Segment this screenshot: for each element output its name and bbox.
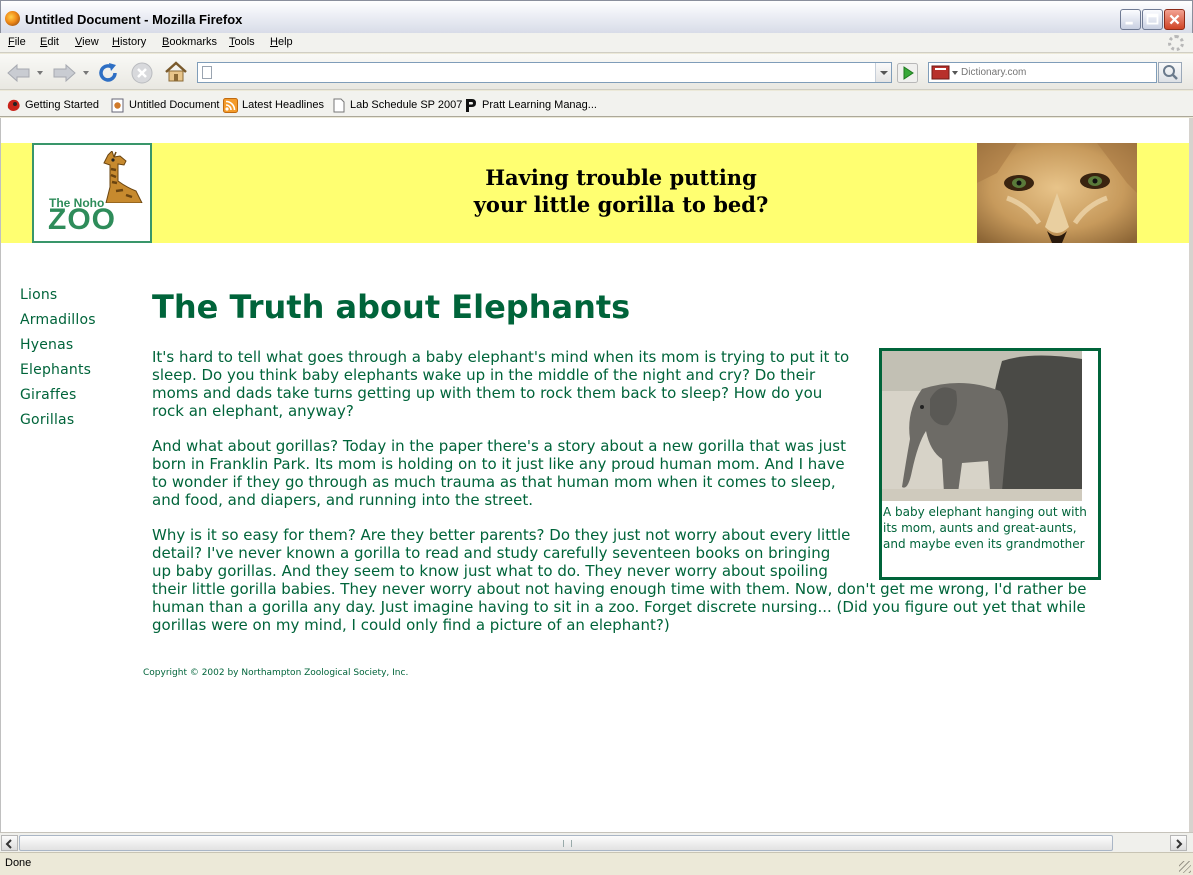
horizontal-scrollbar[interactable] [0,832,1193,852]
minimize-button[interactable] [1120,9,1141,30]
bookmark-label: Untitled Document [129,99,220,111]
bookmark-label: Pratt Learning Manag... [482,99,597,111]
bookmark-label: Lab Schedule SP 2007 [350,99,463,111]
firefox-app-icon [5,11,20,26]
rss-icon [223,97,238,113]
nav-link-hyenas[interactable]: Hyenas [20,337,96,362]
home-icon[interactable] [164,60,188,84]
nav-link-elephants[interactable]: Elephants [20,362,96,387]
elephant-figure: A baby elephant hanging out with its mom… [879,348,1101,580]
activity-throbber-icon [1168,35,1184,51]
search-input[interactable] [961,64,1153,81]
status-text: Done [5,857,32,869]
maximize-icon [1146,13,1159,25]
menu-file[interactable]: File [8,36,26,48]
menu-history[interactable]: History [112,36,146,48]
menu-edit[interactable]: Edit [40,36,59,48]
figure-caption: A baby elephant hanging out with its mom… [883,505,1087,551]
back-arrow-icon[interactable] [5,62,33,84]
blank-page-icon [333,98,345,112]
nav-link-giraffes[interactable]: Giraffes [20,387,96,412]
chevron-right-icon [1176,839,1183,849]
p-letter-icon [466,98,476,112]
site-nav: Lions Armadillos Hyenas Elephants Giraff… [20,287,96,437]
menu-bookmarks[interactable]: Bookmarks [162,36,217,48]
nav-link-gorillas[interactable]: Gorillas [20,412,96,437]
vertical-scrollbar-edge [1189,118,1193,832]
window-title-bar[interactable]: Untitled Document - Mozilla Firefox [0,0,1193,33]
elephant-photo [882,351,1082,501]
maximize-button[interactable] [1142,9,1163,30]
bookmark-label: Getting Started [25,99,99,111]
url-input[interactable] [218,64,868,81]
forward-history-dropdown-icon[interactable] [82,69,90,77]
tagline-line-1: Having trouble putting [485,165,757,190]
scroll-thumb[interactable] [19,835,1113,851]
forward-arrow-icon[interactable] [50,62,78,84]
close-button[interactable] [1164,9,1185,30]
scroll-left-button[interactable] [1,835,18,851]
stop-icon[interactable] [130,61,154,85]
minimize-icon [1125,21,1133,25]
site-banner: The Noho ZOO Having trouble putting your… [1,143,1189,243]
url-history-dropdown[interactable] [875,63,891,82]
resize-grip-icon[interactable] [1179,861,1191,873]
menu-bar: File Edit View History Bookmarks Tools H… [0,33,1193,53]
logo-text-big: ZOO [48,203,116,236]
page-content: The Noho ZOO Having trouble putting your… [0,118,1189,832]
window-title: Untitled Document - Mozilla Firefox [25,12,243,27]
tagline-line-2: your little gorilla to bed? [473,192,769,218]
scroll-grip [563,840,572,847]
bookmark-pratt-learning[interactable]: Pratt Learning Manag... [463,97,597,113]
go-arrow-icon[interactable] [897,63,918,83]
bookmark-label: Latest Headlines [242,99,324,111]
lion-face-image [977,143,1137,243]
page-title: The Truth about Elephants [152,288,631,326]
address-bar[interactable] [197,62,892,83]
menu-help[interactable]: Help [270,36,293,48]
banner-tagline: Having trouble putting your little goril… [441,164,801,219]
chevron-down-icon [880,71,888,75]
search-button[interactable] [1158,62,1182,83]
bookmark-lab-schedule[interactable]: Lab Schedule SP 2007 [331,97,462,113]
bookmarks-toolbar: Getting Started Untitled Document Latest… [0,91,1193,117]
menu-tools[interactable]: Tools [229,36,255,48]
menu-view[interactable]: View [75,36,99,48]
copyright-text: Copyright © 2002 by Northampton Zoologic… [143,668,409,678]
bookmark-getting-started[interactable]: Getting Started [6,97,99,113]
firefox-icon [7,99,20,111]
lion-photo [977,143,1137,243]
close-icon [1169,14,1180,25]
bookmark-untitled-document[interactable]: Untitled Document [110,97,220,113]
scroll-right-button[interactable] [1170,835,1187,851]
navigation-toolbar [0,54,1193,90]
nav-link-armadillos[interactable]: Armadillos [20,312,96,337]
search-bar[interactable] [928,62,1157,83]
zoo-logo[interactable]: The Noho ZOO [32,143,152,243]
back-history-dropdown-icon[interactable] [36,69,44,77]
bookmark-latest-headlines[interactable]: Latest Headlines [223,97,324,113]
reload-icon[interactable] [96,61,120,85]
page-icon [111,98,124,112]
status-bar: Done [0,852,1193,875]
page-icon [202,66,212,79]
nav-link-lions[interactable]: Lions [20,287,96,312]
magnifier-icon [1163,65,1178,80]
chevron-left-icon [5,839,12,849]
search-engine-dictionary-icon[interactable] [931,65,959,80]
